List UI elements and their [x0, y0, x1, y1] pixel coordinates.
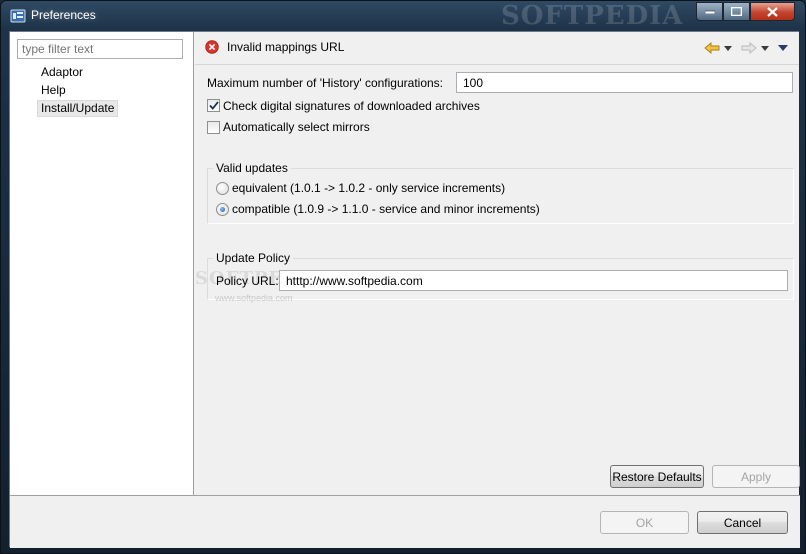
dialog-footer: OK Cancel	[10, 495, 800, 548]
forward-menu-button[interactable]	[759, 40, 771, 56]
forward-arrow-icon	[741, 42, 757, 54]
tree-item-label: Install/Update	[41, 101, 115, 115]
history-count-input[interactable]	[456, 72, 793, 93]
tree-item-label: Adaptor	[41, 65, 84, 79]
tree-item-label: Help	[41, 83, 66, 97]
policy-url-input[interactable]	[279, 270, 788, 291]
minimize-button[interactable]	[696, 2, 723, 21]
title-bar[interactable]: Preferences SOFTPEDIA	[1, 1, 806, 31]
preference-tree: Adaptor Help Install/Update	[10, 32, 194, 495]
tree-item-help[interactable]: Help	[37, 82, 70, 99]
preference-page: Invalid mappings URL Maximum number of '…	[195, 32, 800, 495]
view-menu-button[interactable]	[776, 40, 790, 56]
radio-compatible[interactable]	[216, 203, 229, 216]
ok-button[interactable]: OK	[600, 511, 689, 534]
cancel-button[interactable]: Cancel	[697, 511, 788, 534]
valid-updates-title: Valid updates	[213, 161, 291, 175]
tree-item-adaptor[interactable]: Adaptor	[37, 64, 87, 81]
auto-mirrors-checkbox[interactable]	[207, 121, 220, 134]
app-icon	[10, 8, 26, 24]
view-menu-icon	[778, 45, 788, 51]
preferences-window: Preferences SOFTPEDIA Adaptor Help Insta…	[0, 0, 806, 554]
dialog-body: Adaptor Help Install/Update Invalid mapp…	[9, 31, 800, 548]
filter-input[interactable]	[17, 39, 183, 59]
update-policy-title: Update Policy	[213, 251, 294, 265]
auto-mirrors-label: Automatically select mirrors	[223, 120, 370, 134]
back-arrow-icon	[704, 42, 720, 54]
apply-button[interactable]: Apply	[712, 465, 800, 488]
tree-item-install-update[interactable]: Install/Update	[37, 100, 119, 117]
checkmark-icon	[208, 101, 219, 110]
policy-url-label: Policy URL:	[216, 274, 279, 288]
close-button[interactable]	[750, 2, 795, 21]
check-signatures-label: Check digital signatures of downloaded a…	[223, 99, 480, 113]
minimize-icon	[704, 10, 715, 14]
back-button[interactable]	[703, 40, 721, 56]
close-icon	[767, 6, 778, 17]
page-header: Invalid mappings URL	[195, 32, 799, 65]
chevron-down-icon	[724, 45, 732, 51]
watermark-url: www.softpedia.com	[215, 293, 293, 303]
error-icon	[205, 40, 219, 54]
chevron-down-icon	[761, 45, 769, 51]
error-message: Invalid mappings URL	[227, 40, 345, 54]
check-signatures-checkbox[interactable]	[207, 99, 220, 112]
restore-defaults-button[interactable]: Restore Defaults	[610, 465, 704, 488]
radio-compatible-label: compatible (1.0.9 -> 1.1.0 - service and…	[232, 202, 540, 216]
watermark-text: SOFTPEDIA	[501, 1, 684, 31]
radio-equivalent-label: equivalent (1.0.1 -> 1.0.2 - only servic…	[232, 181, 506, 195]
maximize-button[interactable]	[723, 2, 750, 21]
radio-equivalent[interactable]	[216, 182, 229, 195]
forward-button[interactable]	[740, 40, 758, 56]
back-menu-button[interactable]	[722, 40, 734, 56]
window-title: Preferences	[31, 8, 96, 22]
history-label: Maximum number of 'History' configuratio…	[207, 76, 443, 90]
maximize-icon	[731, 7, 742, 16]
